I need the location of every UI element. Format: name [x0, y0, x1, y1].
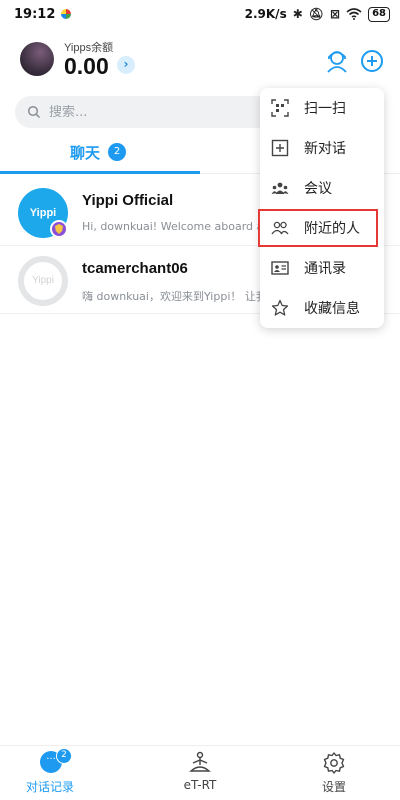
highlight-box	[258, 209, 378, 247]
tab-active-indicator	[0, 171, 200, 174]
nav-label: eT-RT	[183, 778, 217, 792]
bluetooth-icon: ✱	[292, 7, 303, 21]
menu-item-contacts[interactable]: 通讯录	[260, 248, 384, 288]
nav-label: 对话记录	[25, 780, 74, 794]
chat-name: Yippi Official	[82, 192, 174, 209]
search-input[interactable]	[49, 104, 249, 120]
wifi-icon	[346, 8, 362, 20]
chat-preview: 嗨 downkuai，欢迎来到Yippi！ 让我们一	[82, 290, 262, 303]
meditation-icon	[189, 751, 211, 772]
header: Yipps余额 0.00 ›	[0, 36, 400, 86]
menu-item-label: 扫一扫	[304, 101, 346, 117]
menu-item-meeting[interactable]: 会议	[260, 168, 384, 208]
menu-item-label: 通讯录	[304, 261, 346, 277]
contacts-icon	[271, 261, 289, 275]
user-avatar[interactable]	[20, 42, 54, 76]
nav-et-rt[interactable]: eT-RT	[150, 746, 250, 800]
mute-icon: 🔕︎	[308, 7, 325, 21]
verified-badge-icon	[50, 220, 68, 238]
scan-icon	[271, 99, 289, 117]
battery-indicator: 68	[368, 6, 390, 22]
signal-icon: ⊠	[330, 7, 341, 21]
app-notification-icon	[61, 9, 72, 19]
tab-chat[interactable]: 聊天	[70, 142, 100, 163]
menu-item-scan[interactable]: 扫一扫	[260, 88, 384, 128]
menu-item-new-chat[interactable]: 新对话	[260, 128, 384, 168]
menu-item-label: 收藏信息	[304, 301, 360, 317]
menu-item-people-nearby[interactable]: 附近的人	[258, 208, 384, 248]
search-icon	[27, 105, 41, 119]
balance-value[interactable]: 0.00	[64, 53, 109, 80]
chat-avatar: Yippi	[18, 256, 68, 306]
status-bar: 19:12 2.9K/s ✱ 🔕︎ ⊠ 68	[0, 0, 400, 28]
customer-service-icon[interactable]	[324, 48, 350, 74]
nav-settings[interactable]: 设置	[284, 746, 384, 800]
search-bar[interactable]	[15, 96, 275, 128]
status-time: 19:12	[14, 6, 56, 22]
network-speed: 2.9K/s	[244, 7, 287, 21]
balance-chevron-icon[interactable]: ›	[117, 56, 135, 74]
add-dropdown-menu: 扫一扫 新对话 会议 附近的人 通讯录 收藏信息	[258, 88, 384, 328]
menu-item-favorites[interactable]: 收藏信息	[260, 288, 384, 328]
menu-item-label: 新对话	[304, 141, 346, 157]
menu-item-label: 会议	[304, 181, 332, 197]
star-icon	[271, 299, 289, 316]
add-circle-icon[interactable]	[359, 48, 385, 74]
bottom-nav: ··· 2 对话记录 eT-RT 设置	[0, 745, 400, 800]
new-chat-icon	[271, 139, 289, 157]
nav-badge: 2	[56, 748, 72, 764]
gear-icon	[323, 752, 345, 774]
nav-label: 设置	[321, 780, 346, 794]
tab-chat-badge: 2	[108, 143, 126, 161]
chat-name: tcamerchant06	[82, 260, 188, 277]
meeting-icon	[271, 182, 289, 194]
nav-chat-history[interactable]: ··· 2 对话记录	[0, 746, 100, 800]
chat-preview: Hi, downkuai! Welcome aboard as ou	[82, 220, 262, 233]
